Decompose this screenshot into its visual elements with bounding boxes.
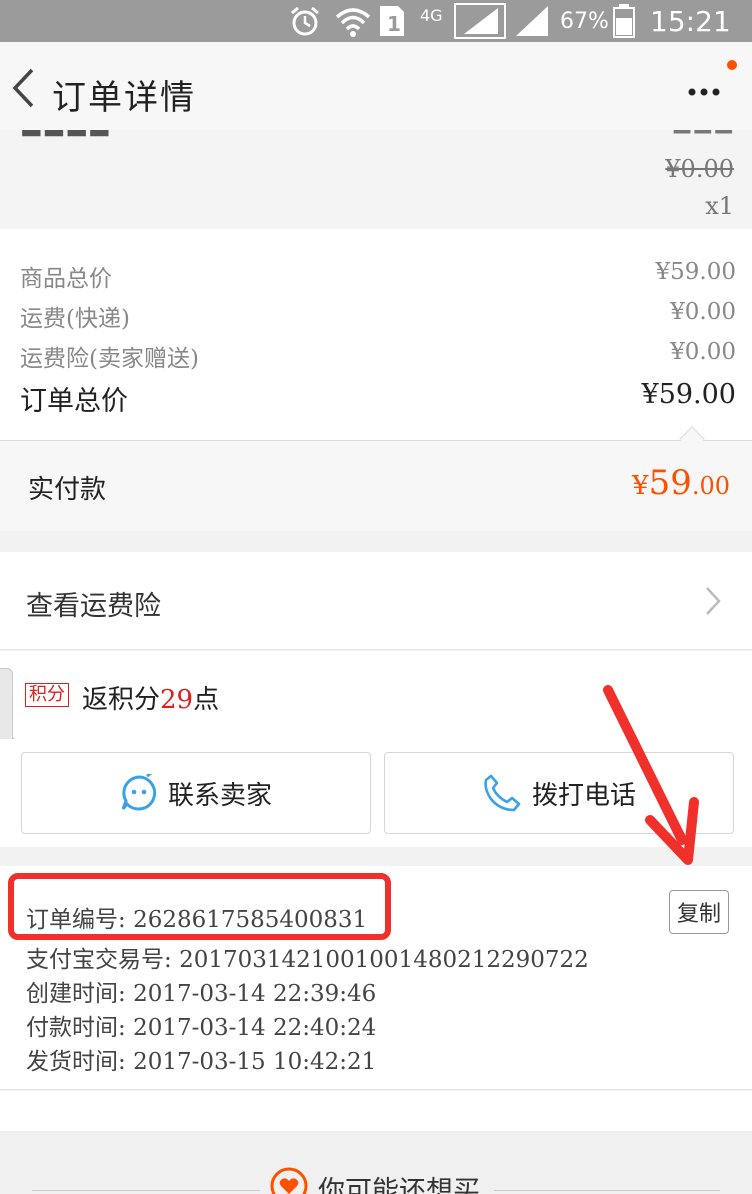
summary-row-insurance: 运费险(卖家赠送) ¥0.00 <box>20 339 736 373</box>
summary-label: 运费险(卖家赠送) <box>20 346 199 372</box>
alipay-number-label: 支付宝交易号: <box>26 947 180 973</box>
paid-time-label: 付款时间: <box>26 1015 134 1041</box>
amount-paid-value: ¥59.00 <box>632 463 730 503</box>
currency-symbol: ¥ <box>632 471 649 501</box>
item-title-clipped: ▬▬▬▬ <box>20 130 111 144</box>
recommend-title: 你可能还想买 <box>318 1176 480 1194</box>
points-amount: 29 <box>160 685 194 715</box>
copy-button[interactable]: 复制 <box>669 890 729 934</box>
shipped-time-label: 发货时间: <box>26 1049 134 1075</box>
notification-dot <box>727 60 737 70</box>
shipped-time: 2017-03-15 10:42:21 <box>133 1049 377 1075</box>
created-time-row: 创建时间: 2017-03-14 22:39:46 <box>26 974 376 1008</box>
battery-percent: 67% <box>560 8 609 34</box>
network-type: 4G <box>420 5 443 25</box>
contact-seller-label: 联系卖家 <box>167 780 272 811</box>
item-original-price: ¥0.00 <box>665 155 734 183</box>
status-time: 15:21 <box>650 4 731 38</box>
points-suffix: 点 <box>193 685 220 715</box>
view-insurance-label: 查看运费险 <box>26 591 161 622</box>
order-number-highlight-box <box>8 873 391 940</box>
chat-bubble-icon <box>121 774 157 811</box>
chevron-right-icon <box>704 586 722 616</box>
points-text: 返积分29点 <box>82 679 219 716</box>
created-time: 2017-03-14 22:39:46 <box>133 981 377 1007</box>
summary-value: ¥0.00 <box>670 299 736 325</box>
points-prefix: 返积分 <box>82 685 161 715</box>
view-insurance-row[interactable]: 查看运费险 <box>0 552 752 650</box>
price-summary: 商品总价 ¥59.00 运费(快递) ¥0.00 运费险(卖家赠送) ¥0.00… <box>0 229 752 441</box>
item-price-clipped: ▬▬▬ <box>672 130 734 141</box>
alarm-icon <box>288 0 322 42</box>
phone-icon <box>484 774 521 812</box>
spacer <box>0 1091 752 1131</box>
recommend-header: 你可能还想买 <box>0 1131 752 1194</box>
paid-time: 2017-03-14 22:40:24 <box>133 1015 377 1041</box>
battery-icon <box>612 0 636 42</box>
paid-time-row: 付款时间: 2017-03-14 22:40:24 <box>26 1008 376 1042</box>
svg-text:1: 1 <box>387 12 401 36</box>
summary-row-goods: 商品总价 ¥59.00 <box>20 259 736 293</box>
order-total-value: ¥59.00 <box>641 379 736 410</box>
status-bar: 1 4G 67% 15:21 <box>0 0 752 42</box>
sim-icon: 1 <box>378 0 406 42</box>
more-dots-icon[interactable] <box>686 70 726 110</box>
summary-value: ¥59.00 <box>655 259 736 285</box>
order-total-label: 订单总价 <box>20 386 128 417</box>
annotation-arrow-icon <box>603 685 699 865</box>
amount-integer: 59 <box>648 463 692 503</box>
back-chevron-icon[interactable] <box>10 68 38 108</box>
signal-icon-2 <box>514 0 550 42</box>
order-item[interactable]: ▬▬▬▬ ▬▬▬ ¥0.00 x1 <box>0 130 752 229</box>
page-title: 订单详情 <box>52 78 196 118</box>
amount-paid-label: 实付款 <box>28 475 107 505</box>
divider-line <box>494 1190 720 1191</box>
summary-row-total: 订单总价 ¥59.00 <box>20 379 736 417</box>
heart-icon <box>270 1167 308 1194</box>
signal-icon <box>454 0 506 42</box>
wifi-icon <box>334 0 372 42</box>
summary-row-shipping: 运费(快递) ¥0.00 <box>20 299 736 333</box>
summary-label: 商品总价 <box>20 266 112 292</box>
summary-label: 运费(快递) <box>20 306 130 332</box>
created-time-label: 创建时间: <box>26 981 134 1007</box>
amount-paid: 实付款 ¥59.00 <box>0 441 752 531</box>
item-quantity: x1 <box>705 192 734 220</box>
contact-seller-button[interactable]: 联系卖家 <box>21 752 371 834</box>
alipay-number-row: 支付宝交易号: 2017031421001001480212290722 <box>26 940 589 974</box>
amount-decimal: .00 <box>691 472 730 500</box>
nav-bar: 订单详情 <box>0 42 752 130</box>
shipped-time-row: 发货时间: 2017-03-15 10:42:21 <box>26 1042 376 1076</box>
summary-value: ¥0.00 <box>670 339 736 365</box>
points-badge: 积分 <box>25 683 69 707</box>
divider-line <box>32 1190 260 1191</box>
alipay-number: 2017031421001001480212290722 <box>179 947 589 973</box>
